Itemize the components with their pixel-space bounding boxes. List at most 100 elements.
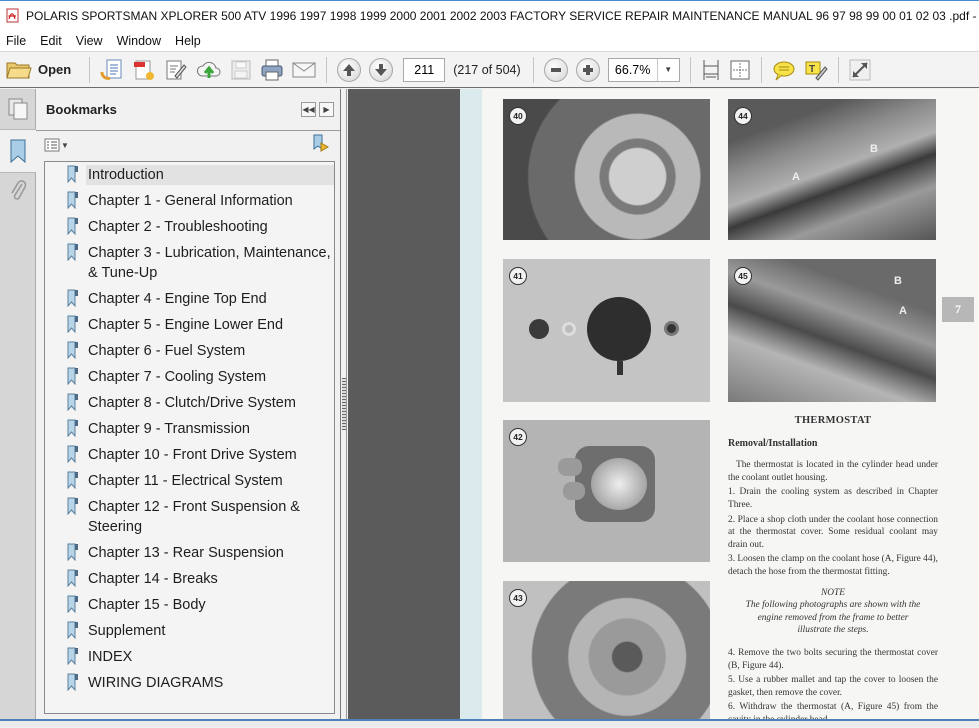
bookmark-item[interactable]: Chapter 4 - Engine Top End [45,289,334,309]
fit-width-icon [703,59,719,80]
bookmark-label: Chapter 15 - Body [88,597,206,613]
zoom-select[interactable]: 66.7% ▼ [607,57,680,82]
comment-button[interactable] [772,56,796,84]
bookmark-icon [66,315,80,334]
bookmark-item[interactable]: INDEX [45,647,334,667]
menu-window[interactable]: Window [111,34,169,48]
figure-40: 40 [503,99,710,240]
bookmark-item[interactable]: Chapter 10 - Front Drive System [45,445,334,465]
bookmark-item[interactable]: Chapter 11 - Electrical System [45,471,334,491]
menu-help[interactable]: Help [169,34,209,48]
figure-number: 40 [509,107,527,125]
figure-number: 41 [509,267,527,285]
figure-number: 44 [734,107,752,125]
figure-callout: B [870,143,878,155]
bookmark-label: Introduction [86,165,334,185]
bookmark-item[interactable]: WIRING DIAGRAMS [45,673,334,693]
full-screen-button[interactable] [849,56,871,84]
menu-edit[interactable]: Edit [34,34,70,48]
figure-45: 45 B A [728,259,936,402]
bookmark-icon [66,621,80,640]
bookmark-icon [66,419,80,438]
toolbar: Open 211 (217 of 504) 66.7% ▼ T [0,51,979,88]
open-button[interactable]: Open [6,56,79,84]
bookmark-item[interactable]: Chapter 14 - Breaks [45,569,334,589]
edit-pdf-button[interactable] [164,56,188,84]
bookmark-options-icon [44,138,60,152]
expand-panel-button[interactable]: ▶ [319,102,334,117]
bookmark-label: INDEX [88,649,133,665]
bookmark-item[interactable]: Chapter 5 - Engine Lower End [45,315,334,335]
zoom-out-button[interactable] [543,56,568,84]
zoom-out-icon [550,67,561,72]
bookmark-item[interactable]: Chapter 12 - Front Suspension & Steering [45,497,334,537]
export-pdf-button[interactable] [132,56,156,84]
title-bar: POLARIS SPORTSMAN XPLORER 500 ATV 1996 1… [0,0,979,30]
create-pdf-button[interactable] [100,56,124,84]
fit-width-button[interactable] [701,56,721,84]
bookmark-item[interactable]: Chapter 3 - Lubrication, Maintenance, & … [45,243,334,283]
expand-bookmark-button[interactable] [312,134,330,157]
menu-file[interactable]: File [0,34,34,48]
bookmark-icon [66,367,80,386]
bookmark-item[interactable]: Chapter 2 - Troubleshooting [45,217,334,237]
chevron-down-icon[interactable]: ▼ [656,58,679,81]
bookmark-item[interactable]: Chapter 9 - Transmission [45,419,334,439]
bookmark-item[interactable]: Chapter 8 - Clutch/Drive System [45,393,334,413]
bookmark-item[interactable]: Introduction [45,165,334,185]
zoom-in-button[interactable] [575,56,600,84]
note-title: NOTE [821,587,845,598]
bookmark-icon [66,217,80,236]
pages-panel-button[interactable] [0,89,36,129]
page-number-input[interactable]: 211 [403,57,446,82]
attachments-panel-button[interactable] [0,173,36,207]
bookmark-icon [10,139,26,164]
figure-number: 42 [509,428,527,446]
previous-page-button[interactable] [337,56,362,84]
bookmarks-panel-button[interactable] [0,129,36,173]
document-text: THERMOSTAT Removal/Installation The ther… [728,415,938,728]
bookmark-label: Chapter 12 - Front Suspension & Steering [88,499,300,535]
open-label: Open [38,62,72,77]
collapse-panel-button[interactable]: ◀◀ [301,102,316,117]
bookmark-item[interactable]: Chapter 6 - Fuel System [45,341,334,361]
edit-pdf-icon [166,60,187,79]
bookmark-item[interactable]: Chapter 13 - Rear Suspension [45,543,334,563]
paragraph: 2. Place a shop cloth under the coolant … [728,514,938,550]
bookmark-label: Chapter 8 - Clutch/Drive System [88,395,296,411]
print-button[interactable] [260,56,284,84]
bookmark-icon [66,569,80,588]
menu-view[interactable]: View [70,34,111,48]
bookmark-label: Chapter 5 - Engine Lower End [88,317,284,333]
highlight-button[interactable]: T [804,56,828,84]
email-button[interactable] [292,56,316,84]
cloud-upload-button[interactable] [196,56,222,84]
bookmark-icon [66,647,80,666]
next-page-button[interactable] [369,56,394,84]
page-up-icon [343,63,356,76]
zoom-value[interactable]: 66.7% [609,59,657,81]
save-button[interactable] [230,56,252,84]
bookmark-item[interactable]: Chapter 15 - Body [45,595,334,615]
bookmark-item[interactable]: Chapter 7 - Cooling System [45,367,334,387]
toolbar-separator [760,56,762,83]
window-title: POLARIS SPORTSMAN XPLORER 500 ATV 1996 1… [26,8,979,23]
pages-icon [8,98,28,120]
bookmark-item[interactable]: Supplement [45,621,334,641]
section-subheading: Removal/Installation [728,437,818,449]
page-count: (217 of 504) [453,62,521,77]
chapter-tab: 7 [942,297,974,322]
bookmark-icon [66,543,80,562]
bookmark-label: Chapter 13 - Rear Suspension [88,545,284,561]
save-icon [231,60,251,79]
navigation-pane-strip [0,89,36,719]
full-screen-icon [849,59,871,80]
paragraph: 5. Use a rubber mallet and tap the cover… [728,675,938,698]
bookmark-options-button[interactable]: ▼ [44,138,69,152]
bookmark-icon [66,673,80,692]
splitter-grip[interactable] [342,378,346,430]
fit-page-button[interactable] [729,56,751,84]
bookmarks-panel: Bookmarks ◀◀ ▶ ▼ Introduction Chapter 1 -… [36,89,341,719]
page-down-icon [375,63,388,76]
bookmark-item[interactable]: Chapter 1 - General Information [45,191,334,211]
